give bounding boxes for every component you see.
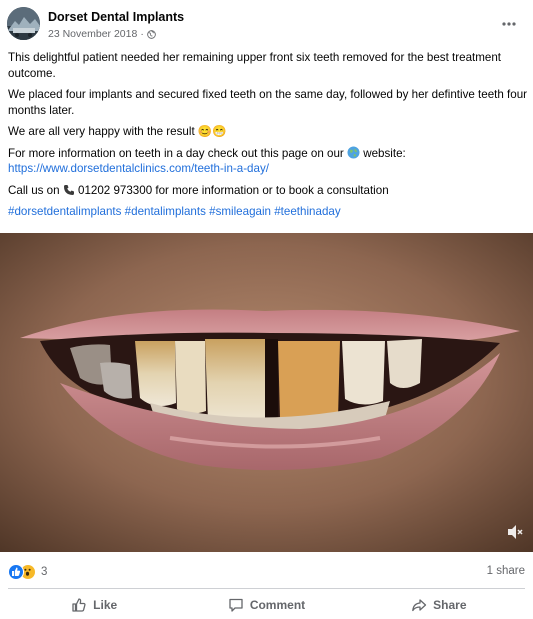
post-header: Dorset Dental Implants 23 November 2018 …	[7, 7, 526, 43]
share-button[interactable]: Share	[353, 592, 525, 618]
action-bar: Like Comment Share	[8, 592, 525, 618]
paragraph-5-text-end: 01202 973300 for more information or to …	[74, 183, 389, 197]
paragraph-4-text-end: website:	[360, 146, 406, 160]
comment-label: Comment	[249, 598, 306, 612]
like-reaction-icon	[8, 564, 24, 580]
paragraph-5-text: Call us on	[8, 183, 63, 197]
like-button[interactable]: Like	[8, 592, 180, 618]
divider	[8, 588, 525, 589]
smile-photo-image	[0, 233, 533, 552]
public-globe-icon	[146, 29, 156, 39]
more-icon	[502, 22, 516, 26]
hashtag-link[interactable]: #teethinaday	[274, 205, 340, 218]
hashtag-link[interactable]: #smileagain	[209, 205, 271, 218]
reactions-summary[interactable]: 3	[8, 562, 47, 582]
reaction-count[interactable]: 3	[41, 566, 47, 578]
share-count[interactable]: 1 share	[487, 565, 525, 577]
paragraph-4: For more information on teeth in a day c…	[8, 146, 528, 177]
comment-icon	[229, 598, 243, 612]
paragraph-4-text: For more information on teeth in a day c…	[8, 146, 347, 160]
hashtags: #dorsetdentalimplants #dentalimplants #s…	[8, 204, 528, 220]
hashtag-link[interactable]: #dorsetdentalimplants	[8, 205, 121, 218]
more-options-button[interactable]	[497, 12, 521, 36]
avatar[interactable]	[7, 7, 40, 40]
like-label: Like	[93, 598, 118, 612]
thumbs-up-icon	[72, 598, 86, 612]
website-link[interactable]: https://www.dorsetdentalclinics.com/teet…	[8, 162, 269, 175]
post-text: This delightful patient needed her remai…	[8, 50, 528, 226]
meta-separator: ·	[140, 28, 144, 40]
post-meta: 23 November 2018 ·	[48, 28, 156, 40]
share-arrow-icon	[412, 599, 427, 612]
paragraph-3: We are all very happy with the result 😊😁	[8, 125, 227, 138]
facebook-post: Dorset Dental Implants 23 November 2018 …	[0, 0, 533, 619]
speaker-muted-icon	[508, 525, 523, 539]
post-photo[interactable]	[0, 233, 533, 552]
paragraph-5: Call us on 01202 973300 for more informa…	[8, 183, 528, 199]
comment-button[interactable]: Comment	[180, 592, 352, 618]
share-label: Share	[433, 598, 467, 612]
paragraph-1: This delightful patient needed her remai…	[8, 51, 502, 80]
phone-icon	[63, 184, 74, 195]
author-name[interactable]: Dorset Dental Implants	[48, 10, 184, 24]
paragraph-2: We placed four implants and secured fixe…	[8, 88, 528, 117]
globe-emoji-icon	[347, 146, 360, 158]
post-date[interactable]: 23 November 2018	[48, 28, 137, 40]
hashtag-link[interactable]: #dentalimplants	[125, 205, 206, 218]
mute-button[interactable]	[505, 522, 525, 542]
